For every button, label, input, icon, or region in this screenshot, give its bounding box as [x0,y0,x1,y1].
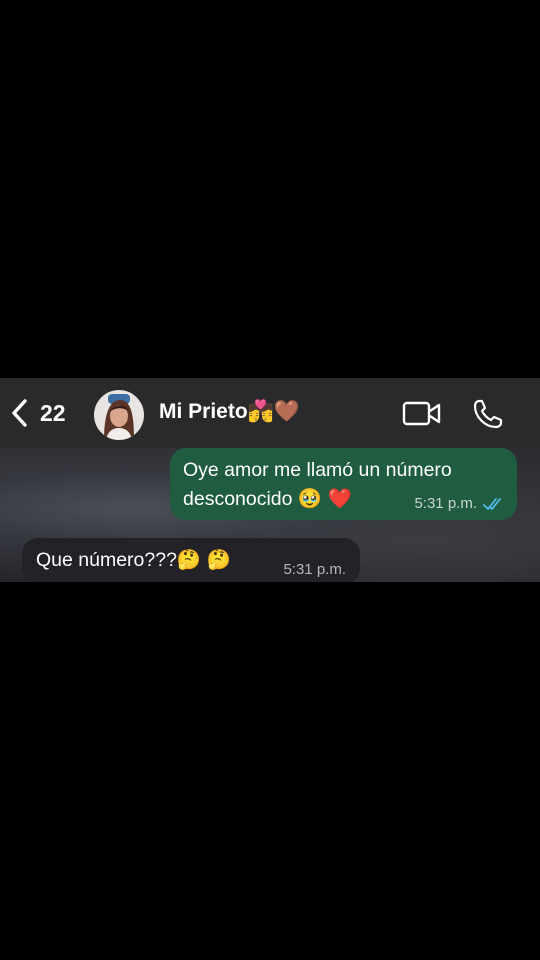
chat-header: 22 Mi Prieto💏🤎 [0,378,540,448]
incoming-message[interactable]: Que número???🤔 🤔 5:31 p.m. [22,538,360,582]
screen: 22 Mi Prieto💏🤎 Oye amor me llamó un núme… [0,0,540,960]
chevron-left-icon [12,399,27,427]
message-time: 5:31 p.m. [283,561,346,578]
outgoing-message[interactable]: Oye amor me llamó un número desconocido … [170,448,517,520]
video-camera-icon [402,401,441,426]
message-list[interactable]: Oye amor me llamó un número desconocido … [0,448,540,582]
contact-name[interactable]: Mi Prieto💏🤎 [159,400,300,424]
message-meta: 5:31 p.m. [414,495,505,512]
unread-count: 22 [40,399,66,426]
voice-call-button[interactable] [472,398,504,430]
avatar[interactable] [94,390,144,440]
chat-window: 22 Mi Prieto💏🤎 Oye amor me llamó un núme… [0,378,540,582]
double-check-icon [483,497,501,510]
avatar-image [94,390,144,440]
phone-icon [473,399,503,429]
message-time: 5:31 p.m. [414,495,477,512]
video-call-button[interactable] [402,400,442,428]
back-button[interactable]: 22 [10,396,66,430]
